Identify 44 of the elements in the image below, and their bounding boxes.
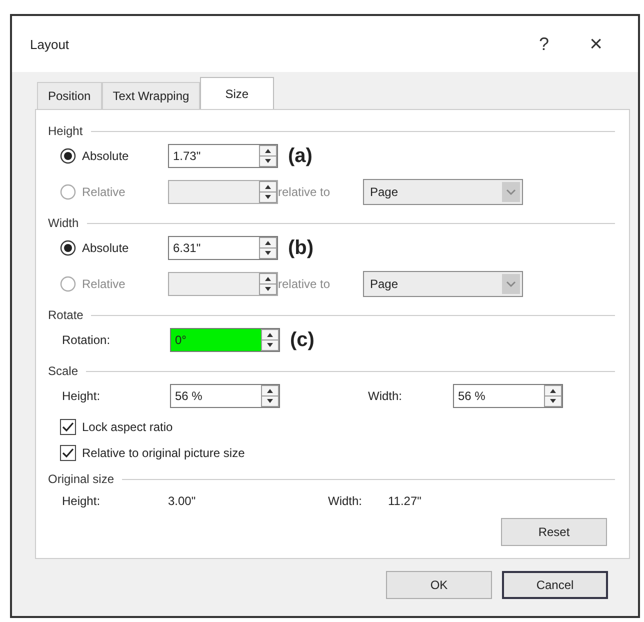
section-title: Width bbox=[48, 216, 79, 230]
spin-field[interactable]: 56 % bbox=[453, 384, 563, 408]
dialog-button[interactable]: OK bbox=[386, 571, 492, 599]
radio-button[interactable]: Absolute bbox=[60, 148, 168, 164]
checkbox[interactable]: Lock aspect ratio bbox=[60, 414, 173, 440]
help-button[interactable]: ? bbox=[518, 32, 570, 56]
size-label: Width: bbox=[328, 494, 364, 508]
spinner-arrows-icon[interactable] bbox=[259, 237, 277, 259]
relative-to-label: relative to bbox=[278, 277, 332, 291]
checkbox-icon[interactable] bbox=[60, 445, 76, 461]
radio-icon[interactable] bbox=[60, 240, 76, 256]
spinner-arrows-icon[interactable] bbox=[261, 385, 279, 407]
size-value: 11.27" bbox=[388, 494, 422, 508]
spin-field[interactable]: 6.31" bbox=[168, 236, 278, 260]
spin-field[interactable]: 0° bbox=[170, 328, 280, 352]
section-title: Original size bbox=[48, 472, 114, 486]
section-title: Height bbox=[48, 124, 83, 138]
reset-button[interactable]: Reset bbox=[501, 518, 607, 546]
section-title: Rotate bbox=[48, 308, 84, 322]
field-label: Height: bbox=[61, 389, 102, 403]
radio-button[interactable]: Absolute bbox=[60, 240, 168, 256]
spin-field[interactable]: 56 % bbox=[170, 384, 280, 408]
spinner-arrows-icon[interactable] bbox=[544, 385, 562, 407]
tab[interactable]: Position bbox=[37, 82, 102, 109]
section-title: Scale bbox=[48, 364, 78, 378]
radio-icon[interactable] bbox=[60, 148, 76, 164]
checkbox[interactable]: Relative to original picture size bbox=[60, 440, 245, 466]
field-label: Width: bbox=[368, 389, 404, 403]
close-button[interactable]: × bbox=[570, 30, 622, 58]
spinner-arrows-icon[interactable] bbox=[261, 329, 279, 351]
size-value: 3.00" bbox=[168, 494, 197, 508]
relative-to-label: relative to bbox=[278, 185, 332, 199]
window-title: Layout bbox=[30, 36, 70, 52]
annotation-label: (a) bbox=[287, 144, 314, 168]
spinner-arrows-icon[interactable] bbox=[259, 145, 277, 167]
checkbox-icon[interactable] bbox=[60, 419, 76, 435]
dialog-button[interactable]: Cancel bbox=[502, 571, 608, 599]
tab[interactable]: Size bbox=[200, 77, 274, 109]
size-label: Height: bbox=[61, 494, 102, 508]
rotation-label: Rotation: bbox=[61, 333, 112, 347]
annotation-label: (b) bbox=[287, 236, 315, 260]
spin-field[interactable]: 1.73" bbox=[168, 144, 278, 168]
tab[interactable]: Text Wrapping bbox=[102, 82, 200, 109]
annotation-label: (c) bbox=[289, 328, 316, 352]
